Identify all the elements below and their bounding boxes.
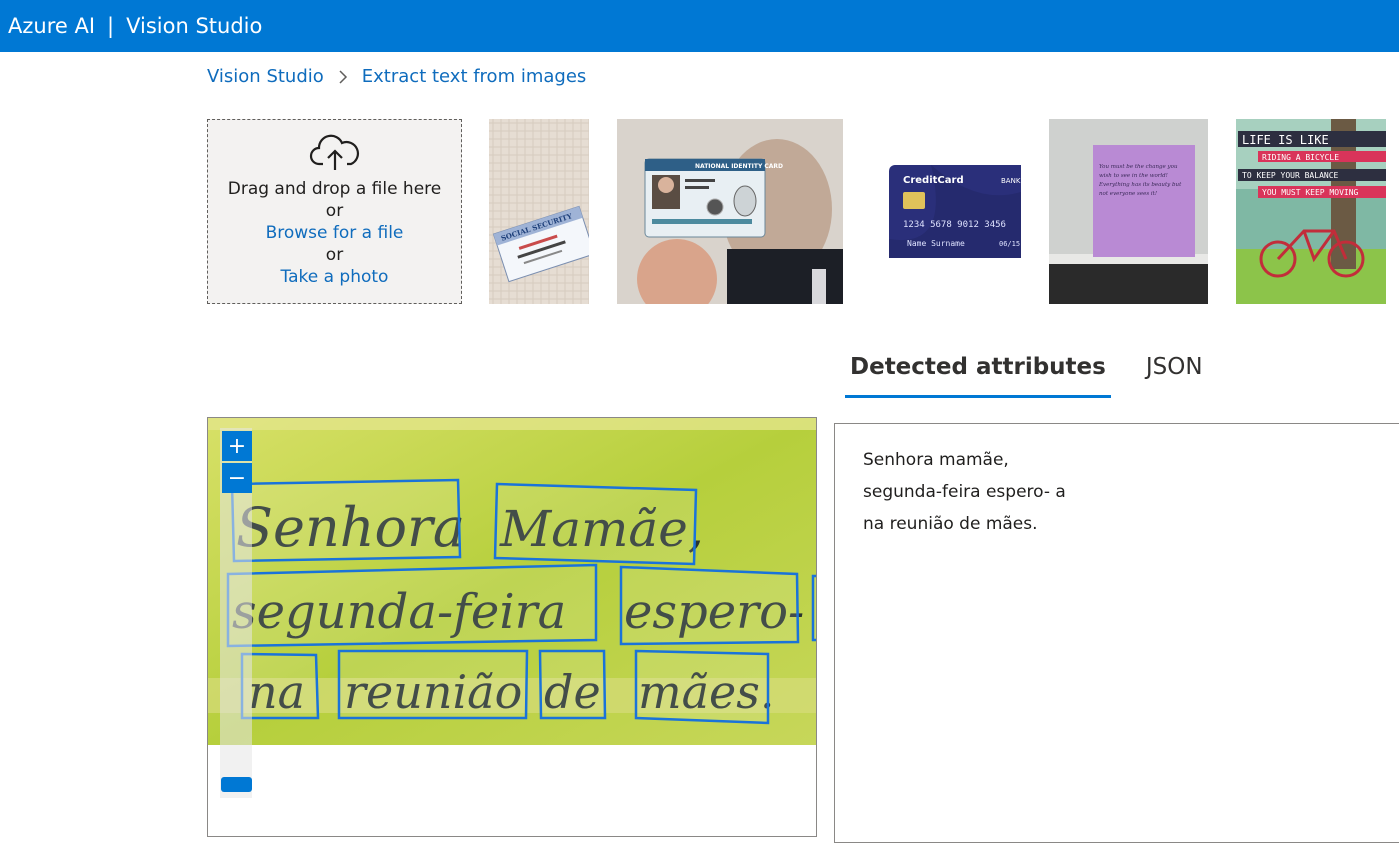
credit-card-brand: CreditCard — [903, 175, 964, 186]
poster-line-3: TO KEEP YOUR BALANCE — [1242, 171, 1339, 180]
bbox-cut-off[interactable] — [811, 574, 817, 642]
result-line-1: Senhora mamãe, — [863, 450, 1009, 470]
credit-card-expiry: 06/15 — [999, 240, 1020, 248]
zoom-slider-handle[interactable] — [221, 777, 252, 792]
credit-card-name: Name Surname — [907, 239, 965, 248]
handwriting-image: Senhora Mamãe, segunda-feira espero- na … — [208, 418, 817, 745]
sample-image-social-security[interactable]: SOCIAL SECURITY — [489, 119, 589, 304]
breadcrumb-current[interactable]: Extract text from images — [362, 66, 587, 87]
tab-detected-attributes[interactable]: Detected attributes — [845, 346, 1111, 398]
bbox-de[interactable] — [538, 649, 607, 720]
chevron-right-icon — [338, 69, 348, 84]
bbox-maes[interactable] — [634, 649, 770, 725]
result-tabs: Detected attributes JSON — [845, 346, 1238, 398]
sample-image-sticky-note[interactable]: You must be the change you wish to see i… — [1049, 119, 1208, 304]
credit-card-number: 1234 5678 9012 3456 — [903, 220, 1006, 230]
breadcrumb-root-link[interactable]: Vision Studio — [207, 66, 324, 87]
sticky-note-text: You must be the change you wish to see i… — [1099, 164, 1182, 197]
breadcrumb: Vision Studio Extract text from images — [207, 66, 586, 87]
bbox-espero[interactable] — [619, 565, 800, 646]
result-line-2: segunda-feira espero- a — [863, 482, 1066, 502]
detected-text-panel: Senhora mamãe, segunda-feira espero- a n… — [834, 423, 1399, 843]
poster-line-2: RIDING A BICYCLE — [1262, 153, 1339, 162]
credit-card-bank: BANK — [1001, 177, 1021, 185]
zoom-out-button[interactable]: − — [222, 463, 252, 493]
bbox-mamae[interactable] — [493, 482, 698, 566]
cloud-upload-icon — [309, 134, 359, 170]
poster-line-4: YOU MUST KEEP MOVING — [1262, 188, 1359, 197]
bbox-na[interactable] — [240, 652, 320, 720]
header-separator: | — [107, 14, 115, 38]
bbox-reuniao[interactable] — [337, 649, 529, 720]
result-line-3: na reunião de mães. — [863, 514, 1038, 534]
browse-file-link[interactable]: Browse for a file — [266, 222, 404, 244]
sample-image-bicycle-poster[interactable]: LIFE IS LIKE RIDING A BICYCLE TO KEEP YO… — [1236, 119, 1386, 304]
product-title[interactable]: Vision Studio — [126, 14, 262, 38]
file-dropzone[interactable]: Drag and drop a file here or Browse for … — [207, 119, 462, 304]
bbox-senhora[interactable] — [230, 478, 462, 563]
take-photo-link[interactable]: Take a photo — [281, 266, 389, 288]
brand-label: Azure AI — [8, 14, 96, 38]
zoom-in-button[interactable]: + — [222, 431, 252, 461]
sample-image-id-card[interactable]: NATIONAL IDENTITY CARD — [617, 119, 843, 304]
image-canvas[interactable]: Senhora Mamãe, segunda-feira espero- na … — [207, 417, 817, 837]
drag-drop-text: Drag and drop a file here — [227, 179, 442, 199]
top-bar: Azure AI | Vision Studio — [0, 0, 1399, 52]
id-card-title: NATIONAL IDENTITY CARD — [695, 163, 783, 170]
or-text-1: or — [325, 201, 344, 221]
poster-line-1: LIFE IS LIKE — [1242, 133, 1329, 147]
bbox-segunda-feira[interactable] — [226, 563, 598, 648]
tab-json[interactable]: JSON — [1141, 346, 1208, 398]
sample-image-credit-card[interactable]: CreditCard BANK 1234 5678 9012 3456 Name… — [871, 119, 1021, 304]
or-text-2: or — [325, 245, 344, 265]
